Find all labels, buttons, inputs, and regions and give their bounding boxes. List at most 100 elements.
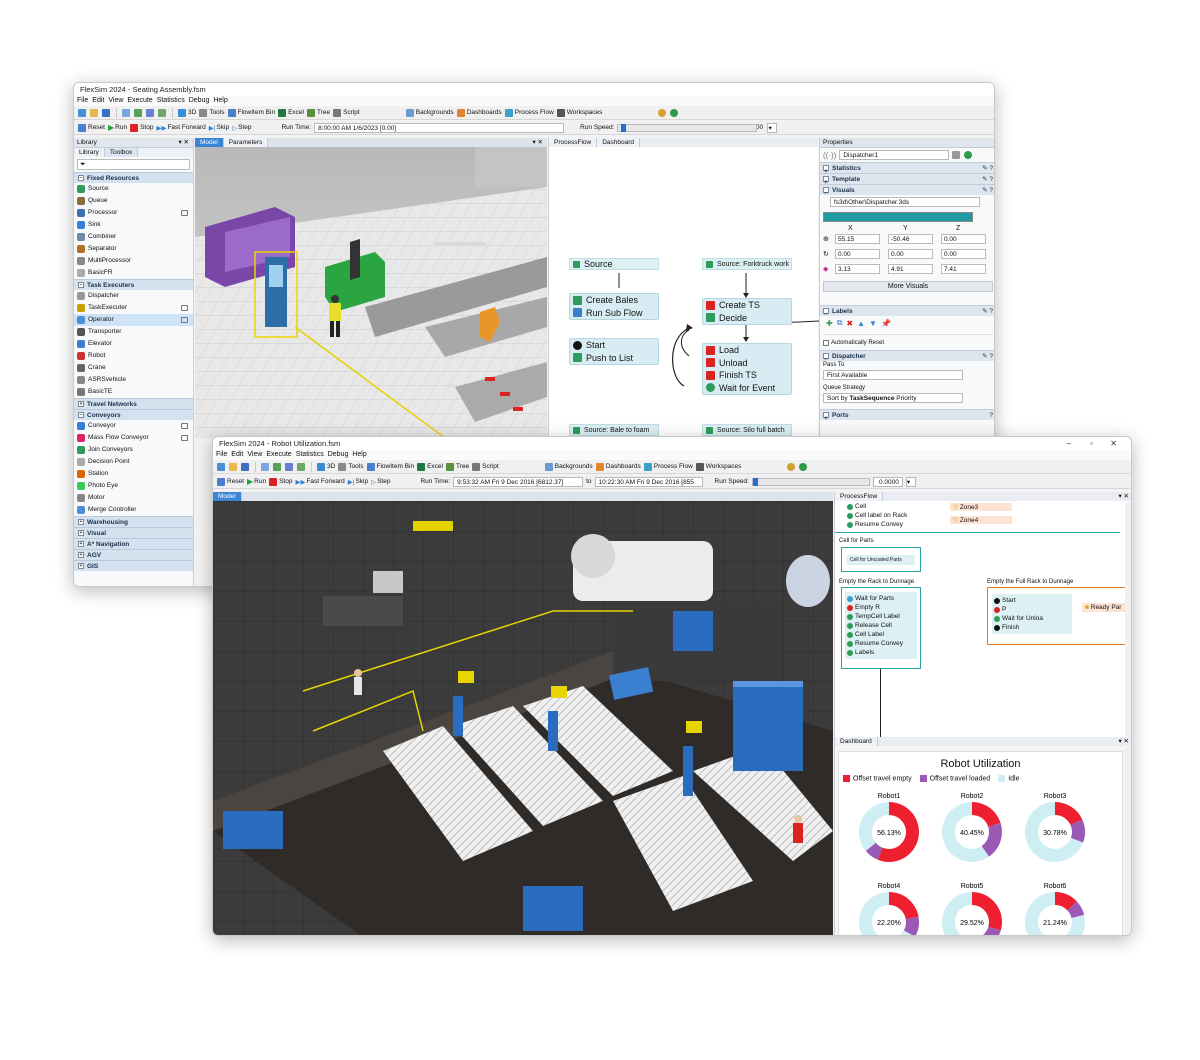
tab-library[interactable]: Library bbox=[74, 148, 105, 157]
library-item-queue[interactable]: Queue bbox=[74, 195, 193, 207]
queue-strategy-dropdown[interactable]: Sort by TaskSequence Priority bbox=[823, 393, 963, 403]
library-category-gis[interactable]: + GIS bbox=[74, 560, 193, 571]
auto-reset-checkbox[interactable] bbox=[823, 339, 829, 346]
run-time-field[interactable]: 8:00:00 AM 1/6/2023 [0.00] bbox=[314, 122, 565, 133]
skip-button[interactable]: ▶| Skip bbox=[348, 478, 368, 486]
move-up-icon[interactable]: ▲ bbox=[857, 319, 865, 328]
tab-model[interactable]: Model bbox=[213, 492, 242, 501]
pf-activity-p[interactable]: P bbox=[994, 605, 1070, 614]
color-swatch[interactable] bbox=[823, 212, 973, 222]
close-icon[interactable]: ▾ ✕ bbox=[1118, 737, 1129, 746]
skip-button[interactable]: ▶| Skip bbox=[209, 124, 229, 132]
expand-collapse-icon[interactable]: + bbox=[78, 552, 84, 559]
save-icon[interactable] bbox=[102, 108, 110, 117]
library-item-station[interactable]: Station bbox=[74, 468, 193, 480]
menu-edit[interactable]: Edit bbox=[231, 450, 243, 460]
pf-cell[interactable]: Cell bbox=[847, 502, 907, 511]
delete-label-icon[interactable]: ✖ bbox=[846, 319, 853, 328]
fast-forward-button[interactable]: ▶▶ Fast Forward bbox=[295, 478, 344, 486]
position-z[interactable]: 0.00 bbox=[941, 234, 986, 244]
object-name-field[interactable]: Dispatcher1 bbox=[839, 150, 950, 160]
pf-tasks-block[interactable]: Load Unload Finish TS Wait for Event bbox=[702, 343, 792, 395]
process-flow-button[interactable]: Process Flow bbox=[643, 462, 693, 471]
step-button[interactable]: ▷ Step bbox=[371, 478, 390, 486]
tab-model[interactable]: Model bbox=[195, 138, 224, 147]
library-item-source[interactable]: Source bbox=[74, 183, 193, 195]
close-icon[interactable]: ▾ ✕ bbox=[532, 138, 543, 147]
grid-tool-icon[interactable] bbox=[146, 108, 154, 117]
library-item-robot[interactable]: Robot bbox=[74, 350, 193, 362]
run-time-field[interactable]: 9:53:32 AM Fri 9 Dec 2016 [6812.37] bbox=[453, 476, 584, 487]
select-tool-icon[interactable] bbox=[122, 108, 130, 117]
library-category-conveyors[interactable]: − Conveyors bbox=[74, 409, 193, 420]
pf-activity-wait-for-unloa[interactable]: Wait for Unloa bbox=[994, 614, 1070, 623]
full-rack-box[interactable]: Start P Wait for Unloa Finish ■ Ready Par bbox=[987, 587, 1131, 645]
ports-section[interactable]: + Ports? bbox=[820, 409, 994, 422]
expand-collapse-icon[interactable]: + bbox=[78, 401, 84, 408]
size-y[interactable]: 4.91 bbox=[888, 264, 933, 274]
workspaces-button[interactable]: Workspaces bbox=[556, 108, 602, 117]
library-item-multiprocessor[interactable]: MultiProcessor bbox=[74, 255, 193, 267]
pf-start[interactable]: Start bbox=[570, 339, 658, 352]
pf-create-bales-block[interactable]: Create Bales Run Sub Flow bbox=[569, 293, 659, 320]
tab-toolbox[interactable]: Toolbox bbox=[104, 148, 139, 157]
open-folder-icon[interactable] bbox=[90, 108, 98, 117]
3d-button[interactable]: 3D bbox=[317, 462, 335, 471]
help-icon[interactable] bbox=[670, 108, 679, 117]
settings-gear-icon[interactable] bbox=[787, 462, 796, 471]
run-speed-dropdown[interactable]: ▾ bbox=[905, 476, 916, 487]
tools-button[interactable]: Tools bbox=[199, 108, 225, 117]
menu-file[interactable]: File bbox=[216, 450, 227, 460]
minimize-icon[interactable]: – bbox=[1067, 437, 1071, 450]
dispatcher-section[interactable]: − Dispatcher ✎ ? bbox=[820, 350, 994, 363]
3d-button[interactable]: 3D bbox=[178, 108, 196, 117]
settings-gear-icon[interactable] bbox=[658, 108, 667, 117]
menu-execute[interactable]: Execute bbox=[127, 96, 152, 106]
section-edit-icon[interactable]: ✎ ? bbox=[982, 306, 993, 317]
section-edit-icon[interactable]: ✎ ? bbox=[982, 351, 993, 362]
open-folder-icon[interactable] bbox=[229, 462, 237, 471]
menu-statistics[interactable]: Statistics bbox=[296, 450, 324, 460]
pf-cell-label-rack[interactable]: Cell label on Rack bbox=[847, 511, 907, 520]
library-item-separator[interactable]: Separator bbox=[74, 243, 193, 255]
menu-statistics[interactable]: Statistics bbox=[157, 96, 185, 106]
save-icon[interactable] bbox=[241, 462, 249, 471]
end-time-field[interactable]: 10:22:30 AM Fri 9 Dec 2016 [855 bbox=[594, 476, 703, 487]
tab-dashboard[interactable]: Dashboard bbox=[835, 737, 878, 746]
library-item-combiner[interactable]: Combiner bbox=[74, 231, 193, 243]
run-speed-slider[interactable] bbox=[617, 123, 758, 132]
run-speed-dropdown[interactable]: ▾ bbox=[767, 122, 778, 133]
pin-icon[interactable]: 📌 bbox=[881, 319, 891, 328]
library-item-sink[interactable]: Sink bbox=[74, 219, 193, 231]
stop-button[interactable]: Stop bbox=[269, 477, 292, 486]
backgrounds-button[interactable]: Backgrounds bbox=[405, 108, 454, 117]
reset-button[interactable]: Reset bbox=[217, 477, 244, 486]
utilization-chart-widget[interactable]: Robot Utilization Offset travel empty Of… bbox=[838, 751, 1123, 935]
cell-for-parts-box[interactable]: Cell for Uncoated Parts bbox=[841, 547, 921, 572]
script-button[interactable]: Script bbox=[472, 462, 499, 471]
library-category-travel-networks[interactable]: + Travel Networks bbox=[74, 398, 193, 409]
menu-execute[interactable]: Execute bbox=[266, 450, 291, 460]
pf-load[interactable]: Load bbox=[703, 344, 791, 357]
library-item-decision-point[interactable]: Decision Point bbox=[74, 456, 193, 468]
pf-activity-wait-for-parts[interactable]: Wait for Parts bbox=[847, 594, 915, 603]
statistics-section[interactable]: + Statistics ✎ ? bbox=[820, 162, 994, 175]
library-category-task-executers[interactable]: − Task Executers bbox=[74, 279, 193, 290]
run-speed-knob[interactable] bbox=[621, 123, 627, 132]
expand-collapse-icon[interactable]: − bbox=[78, 175, 84, 182]
pf-scrollbar[interactable] bbox=[1125, 502, 1131, 737]
visuals-section[interactable]: − Visuals ✎ ? bbox=[820, 184, 994, 197]
tab-parameters[interactable]: Parameters bbox=[223, 138, 269, 147]
expand-collapse-icon[interactable]: + bbox=[78, 530, 84, 537]
more-visuals-button[interactable]: More Visuals bbox=[823, 281, 993, 292]
model-3d-view[interactable] bbox=[195, 147, 547, 438]
connect-tool-icon[interactable] bbox=[273, 462, 281, 471]
pf-resume-convey[interactable]: Resume Convey bbox=[847, 520, 907, 529]
add-label-icon[interactable]: ✚ bbox=[826, 319, 833, 328]
pf-activity-cell-label[interactable]: Cell Label bbox=[847, 630, 915, 639]
library-item-basicfr[interactable]: BasicFR bbox=[74, 267, 193, 279]
pf-create-ts-block[interactable]: Create TS Decide bbox=[702, 298, 792, 325]
run-speed-slider[interactable] bbox=[751, 477, 870, 486]
library-item-crane[interactable]: Crane bbox=[74, 362, 193, 374]
library-item-merge-controller[interactable]: Merge Controller bbox=[74, 504, 193, 516]
